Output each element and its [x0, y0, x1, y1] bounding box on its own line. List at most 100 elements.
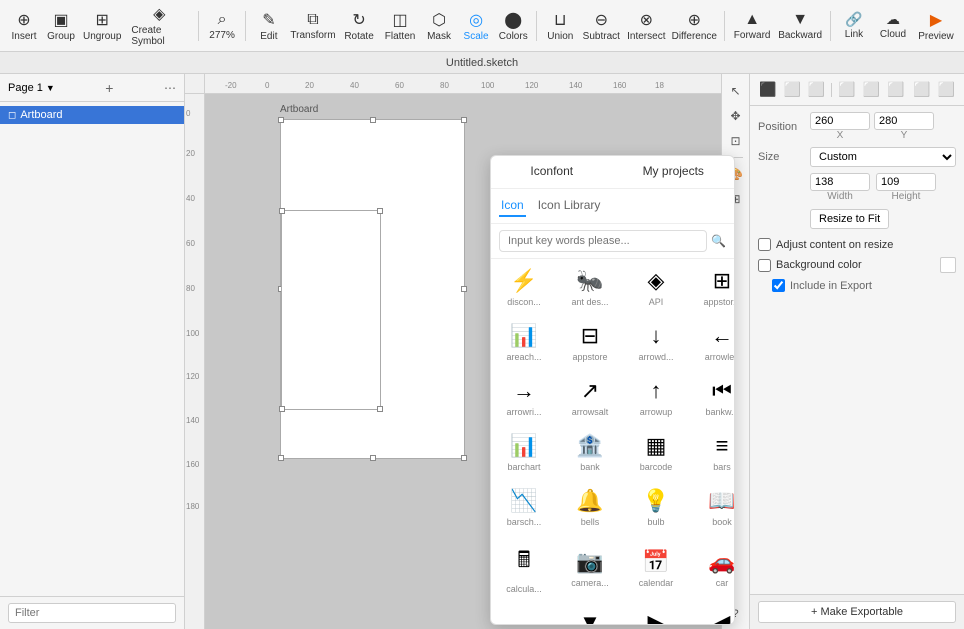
icon-cell[interactable]: 🏦 bank	[557, 424, 623, 479]
toolbar-subtract[interactable]: ⊖ Subtract	[579, 6, 623, 46]
handle-tm[interactable]	[370, 117, 376, 123]
icon-cell[interactable]: ▦ barcode	[623, 424, 689, 479]
inner-handle-tr[interactable]	[377, 208, 383, 214]
handle-bm[interactable]	[370, 455, 376, 461]
toolbar-scale[interactable]: ◎ Scale	[458, 6, 494, 46]
artboard-body[interactable]	[280, 119, 465, 459]
distribute-v-btn[interactable]: ⬜	[935, 79, 958, 100]
icon-cell[interactable]: ↑ arrowup	[623, 369, 689, 424]
toolbar-link[interactable]: 🔗 Link	[836, 7, 872, 44]
toolbar-group[interactable]: ▣ Group	[43, 6, 79, 46]
cursor-tool-btn[interactable]: ↖	[725, 80, 747, 102]
sub-tab-icon-library[interactable]: Icon Library	[536, 195, 603, 217]
icon-cell[interactable]: 💡 bulb	[623, 479, 689, 534]
toolbar-colors[interactable]: ⬤ Colors	[495, 6, 531, 46]
toolbar-create-symbol[interactable]: ◈ Create Symbol	[125, 0, 193, 51]
toolbar-difference[interactable]: ⊕ Difference	[669, 6, 719, 46]
hand-tool-btn[interactable]: ✥	[725, 105, 747, 127]
toolbar-transform[interactable]: ⧉ Transform	[288, 7, 338, 45]
filter-input[interactable]	[8, 603, 176, 623]
icon-cell[interactable]: 📊 barchart	[491, 424, 557, 479]
handle-tr[interactable]	[461, 117, 467, 123]
icon-cell[interactable]: ↓ arrowd...	[623, 314, 689, 369]
icon-cell[interactable]: → arrowri...	[491, 369, 557, 424]
align-center-v-btn[interactable]: ⬜	[860, 79, 883, 100]
icon-cell[interactable]: 🔔 bells	[557, 479, 623, 534]
handle-mr[interactable]	[461, 286, 467, 292]
align-right-btn[interactable]: ⬜	[805, 79, 828, 100]
layer-item[interactable]: ◻ Artboard	[0, 106, 184, 124]
tab-iconfont[interactable]: Iconfont	[491, 156, 613, 188]
toolbar-union[interactable]: ⊔ Union	[542, 6, 578, 46]
toolbar-preview[interactable]: ▶ Preview	[914, 6, 958, 46]
icon-cell[interactable]: ▶ caretri...	[623, 601, 689, 624]
new-page-btn[interactable]: +	[105, 80, 113, 96]
page-selector[interactable]: Page 1 ▼	[8, 82, 55, 94]
icon-cell[interactable]: 🐜 ant des...	[557, 259, 623, 314]
bg-color-checkbox[interactable]	[758, 259, 771, 272]
panel-settings-icon[interactable]: ⋯	[164, 81, 176, 95]
icon-cell[interactable]: ▼ caretdo...	[557, 601, 623, 624]
sub-tab-icon[interactable]: Icon	[499, 195, 526, 217]
toolbar-cloud[interactable]: ☁ Cloud	[873, 7, 913, 44]
inner-handle-bl[interactable]	[279, 406, 285, 412]
flatten-icon: ◫	[392, 10, 407, 30]
distribute-h-btn[interactable]: ⬜	[910, 79, 933, 100]
adjust-content-checkbox[interactable]	[758, 238, 771, 251]
icon-search-input[interactable]	[499, 230, 707, 252]
size-dropdown[interactable]: Custom	[810, 147, 956, 167]
toolbar-intersect[interactable]: ⊗ Intersect	[624, 6, 668, 46]
include-export-checkbox[interactable]	[772, 279, 785, 292]
inner-handle-tl[interactable]	[279, 208, 285, 214]
icon-cell[interactable]: ≡ bars	[689, 424, 734, 479]
handle-tl[interactable]	[278, 117, 284, 123]
transform-icon: ⧉	[307, 11, 318, 29]
bg-color-label: Background color	[776, 259, 862, 271]
icon-cell[interactable]: ⚡ discon...	[491, 259, 557, 314]
toolbar-forward[interactable]: ▲ Forward	[730, 7, 774, 45]
handle-br[interactable]	[461, 455, 467, 461]
toolbar-backward[interactable]: ▼ Backward	[775, 7, 825, 45]
align-center-h-btn[interactable]: ⬜	[780, 79, 803, 100]
icon-cell[interactable]: 📊 areach...	[491, 314, 557, 369]
y-input[interactable]	[874, 112, 934, 130]
icon-cell[interactable]: ⌄ caret-c...	[491, 601, 557, 624]
icon-cell[interactable]: 📅 calendar	[623, 534, 689, 601]
inner-handle-br[interactable]	[377, 406, 383, 412]
icon-cell[interactable]: 📖 book	[689, 479, 734, 534]
icon-cell[interactable]: ⊞ appstor...	[689, 259, 734, 314]
tab-my-projects[interactable]: My projects	[613, 156, 735, 188]
align-top-btn[interactable]: ⬜	[835, 79, 858, 100]
resize-fit-btn[interactable]: Resize to Fit	[810, 209, 889, 229]
bg-color-swatch[interactable]	[940, 257, 956, 273]
toolbar-rotate[interactable]: ↻ Rotate	[339, 6, 379, 46]
toolbar-mask[interactable]: ⬡ Mask	[421, 6, 457, 46]
toolbar-insert[interactable]: ⊕ Insert	[6, 6, 42, 46]
inner-rect[interactable]	[281, 210, 381, 410]
handle-bl[interactable]	[278, 455, 284, 461]
toolbar-flatten[interactable]: ◫ Flatten	[380, 6, 420, 46]
height-input[interactable]	[876, 173, 936, 191]
icon-cell[interactable]: 🚗 car	[689, 534, 734, 601]
align-left-btn[interactable]: ⬛	[756, 79, 779, 100]
icon-cell[interactable]: 📷 camera...	[557, 534, 623, 601]
icon-cell[interactable]: 🖩 calcula...	[491, 534, 557, 601]
align-bottom-btn[interactable]: ⬜	[884, 79, 907, 100]
icon-cell[interactable]: ⊟ appstore	[557, 314, 623, 369]
icon-cell[interactable]: ◈ API	[623, 259, 689, 314]
toolbar-ungroup[interactable]: ⊞ Ungroup	[80, 6, 124, 46]
width-input[interactable]	[810, 173, 870, 191]
toolbar-zoom[interactable]: ⌕ 277%	[204, 7, 240, 45]
icon-cell[interactable]: ↗ arrowsalt	[557, 369, 623, 424]
icon-cell[interactable]: ← arrowleft	[689, 314, 734, 369]
panel-spacer	[750, 295, 964, 594]
backward-icon: ▼	[792, 11, 808, 29]
icon-cell[interactable]: 📉 barsch...	[491, 479, 557, 534]
layer-tool-btn[interactable]: ⊡	[725, 130, 747, 152]
size-row: Size Custom	[750, 144, 964, 170]
icon-cell[interactable]: ⏮ bankw...	[689, 369, 734, 424]
make-exportable-btn[interactable]: + Make Exportable	[758, 601, 956, 623]
x-input[interactable]	[810, 112, 870, 130]
toolbar-edit[interactable]: ✎ Edit	[251, 6, 287, 46]
icon-cell[interactable]: ◀ caretleft	[689, 601, 734, 624]
